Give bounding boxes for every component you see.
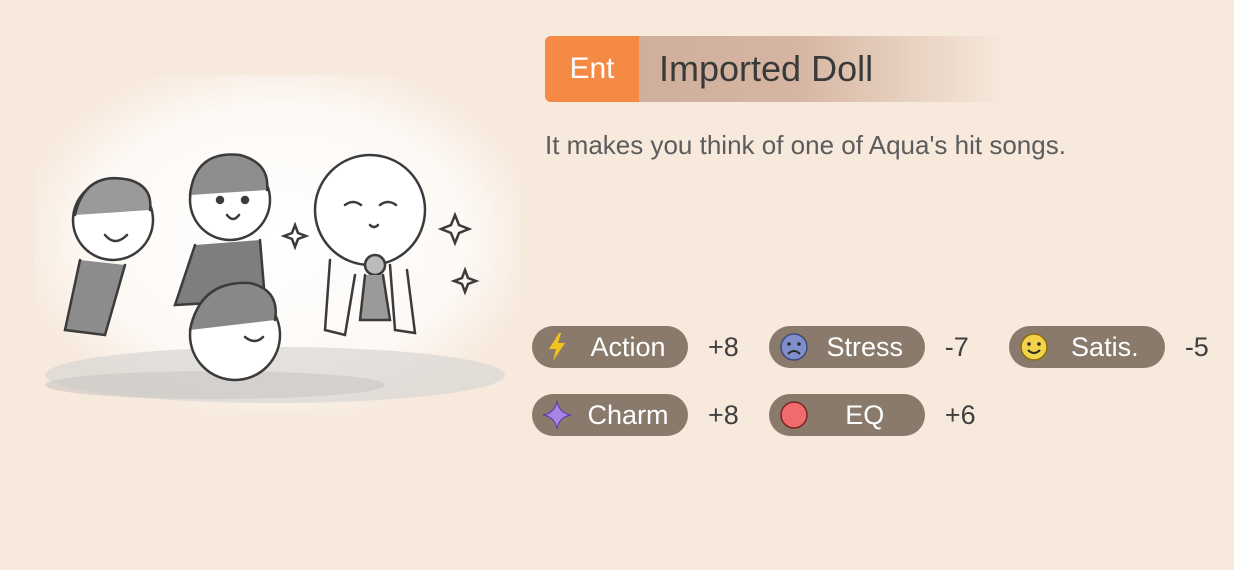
stat-pill: Action [532,326,688,368]
stat-action: Action +8 [532,325,739,369]
stat-label: Satis. [1071,331,1139,362]
red-circle-icon [779,400,809,430]
stat-pill: Charm [532,394,688,436]
stat-value: -5 [1184,331,1209,362]
stat-value: +6 [944,399,976,430]
stat-charm: Charm +8 [532,393,739,437]
stat-pill: Satis. [1008,326,1165,368]
stat-label: Action [590,331,666,362]
stat-value: +8 [708,331,739,362]
stat-satisfaction: Satis. -5 [1008,325,1209,369]
item-title: Imported Doll [659,48,874,89]
stat-pill: EQ [768,394,925,436]
stat-eq: EQ +6 [768,393,976,437]
stat-stress: Stress -7 [768,325,969,369]
sad-face-icon [779,332,809,362]
stat-label: Charm [587,399,669,430]
stats-panel: Action +8 Stress -7 Satis. -5 Charm +8 E… [532,325,1209,461]
stat-label: EQ [845,399,885,430]
stat-value: +8 [708,399,739,430]
stat-value: -7 [944,331,969,362]
lightning-icon [542,332,572,362]
category-badge: Ent [545,36,639,102]
item-description: It makes you think of one of Aqua's hit … [545,130,1066,160]
sparkle-icon [542,400,572,430]
item-header: Ent Imported Doll [545,36,1005,102]
stat-label: Stress [826,331,904,362]
doll-scene-illustration [35,75,520,415]
stats-row-2: Charm +8 EQ +6 [532,393,1209,437]
stat-pill: Stress [768,326,925,368]
item-illustration [35,75,520,415]
stats-row-1: Action +8 Stress -7 Satis. -5 [532,325,1209,369]
smile-face-icon [1019,332,1049,362]
